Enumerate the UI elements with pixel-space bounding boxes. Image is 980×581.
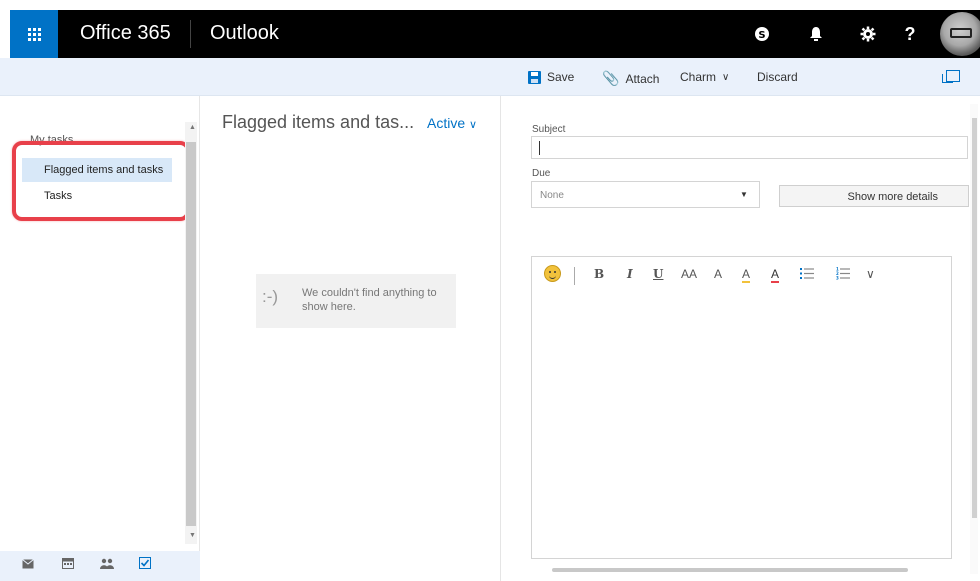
tasks-icon[interactable] [139,557,151,572]
body-editor[interactable] [531,256,952,559]
brand-name[interactable]: Office 365 [80,22,171,45]
app-launcher-button[interactable] [10,10,58,58]
subject-input[interactable] [531,136,968,159]
dropdown-caret-icon: ▼ [740,190,748,199]
svg-text:3: 3 [836,276,839,281]
show-more-details-button[interactable]: Show more details [779,185,969,207]
highlight-color-button[interactable]: A [742,267,751,283]
waffle-icon [27,27,41,41]
due-select[interactable]: None [531,181,760,208]
paperclip-icon: 📎 [602,70,620,86]
discard-label: Discard [757,70,798,84]
editor-hscrollbar-thumb[interactable] [552,568,908,572]
empty-face-icon: :-) [262,287,279,306]
highlight-annotation [12,141,190,221]
calendar-icon[interactable] [62,557,74,572]
bullet-list-button[interactable] [800,267,814,283]
skype-icon: S [755,27,769,41]
due-label: Due [532,168,551,179]
chevron-down-icon: ∨ [469,119,478,131]
grow-font-button[interactable]: A [714,267,722,281]
pane-divider [500,96,501,581]
charm-button[interactable]: Charm ∨ [680,70,729,84]
help-icon: ? [904,23,916,44]
form-scrollbar-thumb[interactable] [972,118,977,518]
gear-icon [860,26,876,42]
underline-button[interactable]: U [653,267,663,281]
svg-text:S: S [758,30,765,41]
command-bar [0,58,980,96]
bold-button[interactable]: B [594,267,604,281]
people-icon[interactable] [100,557,114,572]
font-size-button[interactable]: AA [681,267,697,281]
text-caret [539,141,540,155]
avatar[interactable] [940,12,980,56]
header-divider [190,20,191,48]
charm-label: Charm [680,70,717,84]
app-name[interactable]: Outlook [210,22,279,45]
notifications-button[interactable] [798,10,834,58]
empty-message: We couldn't find anything to show here. [302,287,437,313]
folder-scrollbar-thumb[interactable] [186,142,196,526]
chevron-down-icon: ∨ [866,267,875,281]
filter-label: Active [427,115,466,131]
settings-button[interactable] [850,10,886,58]
more-options-button[interactable]: ∨ [866,267,875,281]
mail-icon[interactable] [22,557,34,572]
bullet-list-icon [800,268,814,279]
discard-button[interactable]: Discard [757,70,798,84]
scroll-down-icon[interactable]: ▼ [189,532,196,539]
toolbar-separator [574,267,575,285]
skype-button[interactable]: S [744,10,780,58]
attach-button[interactable]: 📎 Attach [602,70,659,87]
bell-icon [810,27,822,41]
emoji-icon[interactable] [544,265,561,282]
numbered-list-button[interactable]: 123 [836,267,850,283]
save-icon [528,70,541,84]
numbered-list-icon: 123 [836,267,850,281]
italic-button[interactable]: I [627,267,633,281]
chevron-down-icon: ∨ [722,71,730,83]
subject-label: Subject [532,124,566,135]
scroll-up-icon[interactable]: ▲ [189,124,196,131]
save-button[interactable]: Save [528,70,574,84]
list-title: Flagged items and tas... [222,112,415,132]
help-button[interactable]: ? [892,10,928,58]
popout-icon[interactable] [942,70,960,83]
save-label: Save [547,70,575,84]
attach-label: Attach [625,71,660,86]
filter-dropdown[interactable]: Active ∨ [427,115,477,131]
font-color-button[interactable]: A [771,267,780,283]
